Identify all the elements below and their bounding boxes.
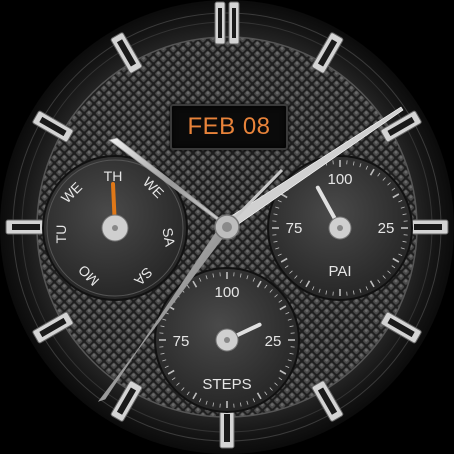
steps-title: STEPS [202, 376, 251, 393]
day-label-top: TH [104, 168, 123, 184]
pai-title: PAI [328, 263, 351, 280]
date-text: FEB 08 [187, 113, 271, 140]
hour-marker [219, 407, 235, 449]
pai-tick-100: 100 [327, 171, 352, 188]
date-window: FEB 08 [170, 104, 288, 150]
center-pin [222, 222, 232, 232]
pai-tick-75: 75 [286, 220, 303, 237]
steps-dial: 100 75 25 STEPS [154, 267, 300, 413]
pai-tick-25: 25 [378, 220, 395, 237]
day-hand-pin [112, 225, 118, 231]
day-label-left: TU [53, 225, 69, 244]
steps-hand-pin [224, 337, 230, 343]
day-label-right: SA [159, 227, 178, 249]
watch-face: TH WE SA SA MO TU WE 100 75 25 PAI 100 7… [0, 0, 454, 454]
steps-tick-25: 25 [265, 333, 282, 350]
hour-marker [5, 219, 47, 235]
pai-dial: 100 75 25 PAI [267, 155, 413, 301]
pai-hand-pin [337, 225, 343, 231]
steps-tick-100: 100 [214, 284, 239, 301]
steps-tick-75: 75 [173, 333, 190, 350]
hour-marker [407, 219, 449, 235]
